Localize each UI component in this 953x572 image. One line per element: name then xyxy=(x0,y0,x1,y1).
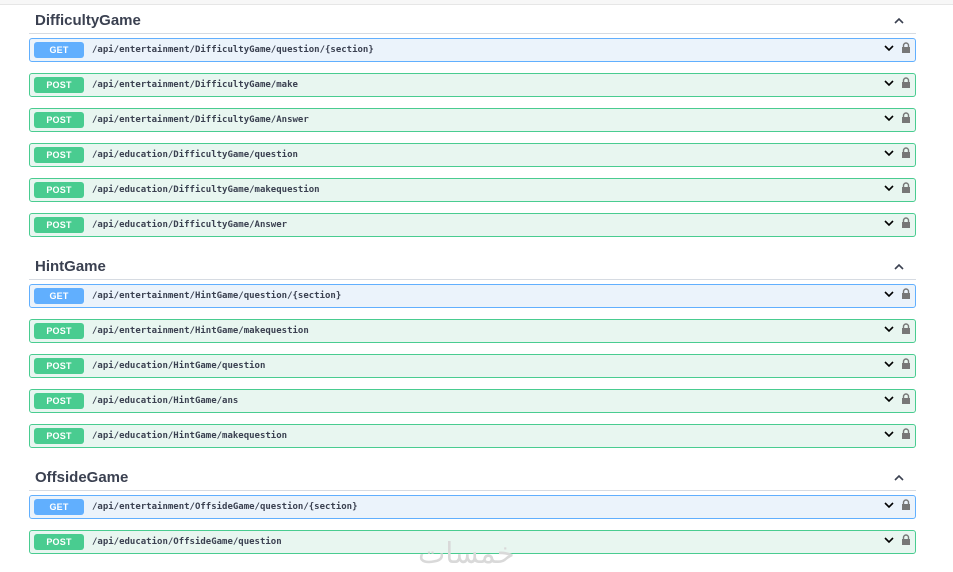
operation-icons xyxy=(883,393,911,405)
operation-icons xyxy=(883,323,911,335)
operation-path: /api/education/HintGame/question xyxy=(92,361,266,371)
chevron-down-icon[interactable] xyxy=(883,393,895,405)
method-badge: POST xyxy=(34,323,84,339)
chevron-down-icon[interactable] xyxy=(883,42,895,54)
tag-header[interactable]: DifficultyGame xyxy=(29,8,916,34)
method-badge: POST xyxy=(34,534,84,550)
chevron-down-icon[interactable] xyxy=(883,428,895,440)
operation-icons xyxy=(883,217,911,229)
chevron-up-icon[interactable] xyxy=(887,466,911,490)
operation-row[interactable]: POST /api/education/HintGame/question xyxy=(29,354,916,378)
operation-row[interactable]: GET /api/entertainment/DifficultyGame/qu… xyxy=(29,38,916,62)
operation-row[interactable]: POST /api/entertainment/DifficultyGame/A… xyxy=(29,108,916,132)
lock-icon[interactable] xyxy=(901,182,911,194)
operation-icons xyxy=(883,77,911,89)
operation-path: /api/education/DifficultyGame/question xyxy=(92,150,298,160)
operation-row[interactable]: POST /api/education/HintGame/ans xyxy=(29,389,916,413)
method-badge: POST xyxy=(34,77,84,93)
method-badge: POST xyxy=(34,358,84,374)
chevron-down-icon[interactable] xyxy=(883,358,895,370)
tag-title: HintGame xyxy=(35,258,106,275)
tag-header[interactable]: OffsideGame xyxy=(29,465,916,491)
operation-row[interactable]: POST /api/education/HintGame/makequestio… xyxy=(29,424,916,448)
operation-row[interactable]: POST /api/education/DifficultyGame/Answe… xyxy=(29,213,916,237)
method-badge: POST xyxy=(34,393,84,409)
operation-icons xyxy=(883,182,911,194)
operation-path: /api/entertainment/OffsideGame/question/… xyxy=(92,502,358,512)
lock-icon[interactable] xyxy=(901,358,911,370)
operation-path: /api/entertainment/HintGame/makequestion xyxy=(92,326,309,336)
tag-section-difficultygame: DifficultyGame GET /api/entertainment/Di… xyxy=(29,8,916,248)
operation-icons xyxy=(883,147,911,159)
lock-icon[interactable] xyxy=(901,323,911,335)
watermark: خمسات xyxy=(418,536,515,570)
operation-path: /api/education/HintGame/ans xyxy=(92,396,239,406)
lock-icon[interactable] xyxy=(901,147,911,159)
chevron-down-icon[interactable] xyxy=(883,534,895,546)
lock-icon[interactable] xyxy=(901,112,911,124)
operation-row[interactable]: GET /api/entertainment/HintGame/question… xyxy=(29,284,916,308)
tag-header[interactable]: HintGame xyxy=(29,254,916,280)
operation-path: /api/education/DifficultyGame/makequesti… xyxy=(92,185,320,195)
chevron-up-icon[interactable] xyxy=(887,9,911,33)
operation-row[interactable]: POST /api/entertainment/HintGame/makeque… xyxy=(29,319,916,343)
chevron-down-icon[interactable] xyxy=(883,182,895,194)
operation-list: GET /api/entertainment/DifficultyGame/qu… xyxy=(29,38,916,237)
operation-path: /api/entertainment/DifficultyGame/Answer xyxy=(92,115,309,125)
operation-path: /api/entertainment/DifficultyGame/make xyxy=(92,80,298,90)
chevron-down-icon[interactable] xyxy=(883,77,895,89)
lock-icon[interactable] xyxy=(901,42,911,54)
operation-path: /api/entertainment/DifficultyGame/questi… xyxy=(92,45,374,55)
chevron-down-icon[interactable] xyxy=(883,112,895,124)
lock-icon[interactable] xyxy=(901,393,911,405)
operation-icons xyxy=(883,499,911,511)
lock-icon[interactable] xyxy=(901,499,911,511)
operation-icons xyxy=(883,112,911,124)
lock-icon[interactable] xyxy=(901,534,911,546)
operation-row[interactable]: POST /api/education/DifficultyGame/quest… xyxy=(29,143,916,167)
operation-path: /api/education/OffsideGame/question xyxy=(92,537,282,547)
operation-list: GET /api/entertainment/HintGame/question… xyxy=(29,284,916,448)
operation-path: /api/education/DifficultyGame/Answer xyxy=(92,220,288,230)
tag-title: OffsideGame xyxy=(35,469,129,486)
chevron-down-icon[interactable] xyxy=(883,323,895,335)
operation-row[interactable]: GET /api/entertainment/OffsideGame/quest… xyxy=(29,495,916,519)
method-badge: POST xyxy=(34,112,84,128)
tag-title: DifficultyGame xyxy=(35,12,141,29)
operation-icons xyxy=(883,428,911,440)
chevron-down-icon[interactable] xyxy=(883,499,895,511)
lock-icon[interactable] xyxy=(901,428,911,440)
chevron-down-icon[interactable] xyxy=(883,147,895,159)
operation-icons xyxy=(883,288,911,300)
operation-icons xyxy=(883,358,911,370)
lock-icon[interactable] xyxy=(901,288,911,300)
method-badge: GET xyxy=(34,499,84,515)
operation-row[interactable]: POST /api/entertainment/DifficultyGame/m… xyxy=(29,73,916,97)
method-badge: POST xyxy=(34,217,84,233)
operation-row[interactable]: POST /api/education/DifficultyGame/makeq… xyxy=(29,178,916,202)
chevron-down-icon[interactable] xyxy=(883,288,895,300)
top-border xyxy=(0,0,953,5)
operation-icons xyxy=(883,42,911,54)
method-badge: GET xyxy=(34,42,84,58)
method-badge: POST xyxy=(34,182,84,198)
tag-section-hintgame: HintGame GET /api/entertainment/HintGame… xyxy=(29,254,916,459)
lock-icon[interactable] xyxy=(901,217,911,229)
method-badge: POST xyxy=(34,428,84,444)
operation-path: /api/education/HintGame/makequestion xyxy=(92,431,288,441)
chevron-down-icon[interactable] xyxy=(883,217,895,229)
method-badge: GET xyxy=(34,288,84,304)
lock-icon[interactable] xyxy=(901,77,911,89)
operation-path: /api/entertainment/HintGame/question/{se… xyxy=(92,291,342,301)
operation-icons xyxy=(883,534,911,546)
chevron-up-icon[interactable] xyxy=(887,255,911,279)
method-badge: POST xyxy=(34,147,84,163)
